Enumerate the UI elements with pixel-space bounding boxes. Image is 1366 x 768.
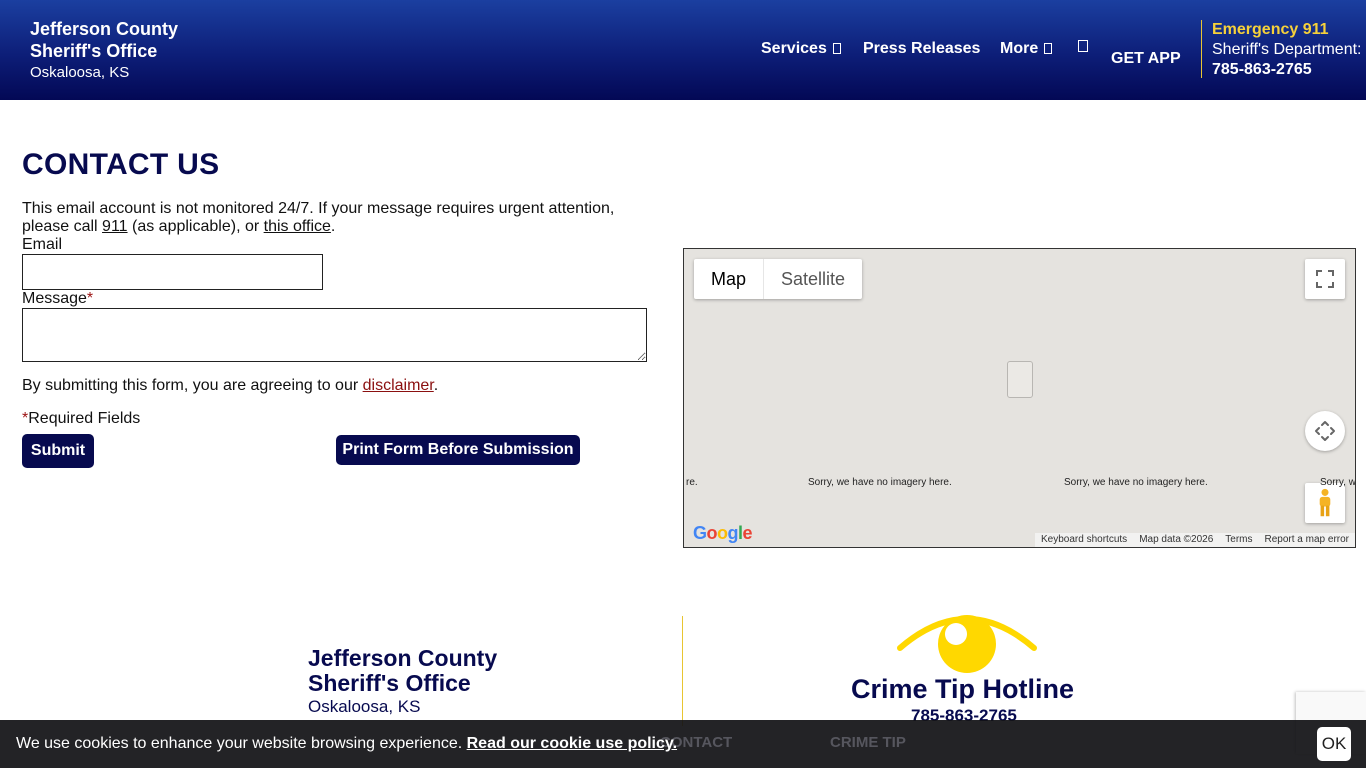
footer-brand-line1: Jefferson County (308, 645, 498, 671)
footer-divider (682, 616, 683, 726)
tab-satellite[interactable]: Satellite (763, 259, 862, 299)
message-field[interactable] (22, 308, 647, 362)
submit-button[interactable]: Submit (22, 434, 94, 468)
required-fields-text: Required Fields (28, 410, 141, 427)
google-logo[interactable]: Google (693, 523, 753, 544)
pegman-icon (1319, 488, 1331, 517)
fullscreen-icon (1316, 270, 1334, 288)
fullscreen-button[interactable] (1305, 259, 1345, 299)
no-imagery-text: Sorry, we have no imagery here. (1064, 477, 1208, 488)
brand-location: Oskaloosa, KS (30, 64, 130, 81)
department-label: Sheriff's Department: (1212, 41, 1362, 58)
cookie-message: We use cookies to enhance your website b… (16, 735, 677, 753)
pan-arrows-icon (1315, 421, 1335, 441)
page-title: CONTACT US (22, 148, 220, 181)
no-imagery-text: Sorry, w (1320, 477, 1356, 488)
get-app-link[interactable]: GET APP (1111, 50, 1181, 68)
report-map-error-link[interactable]: Report a map error (1259, 533, 1355, 547)
search-icon[interactable] (1078, 40, 1088, 52)
map-marker-placeholder[interactable] (1007, 361, 1033, 398)
footer-brand-line2: Sheriff's Office (308, 670, 471, 696)
no-imagery-text: re. (686, 477, 698, 488)
no-imagery-text: Sorry, we have no imagery here. (808, 477, 952, 488)
terms-link[interactable]: Terms (1219, 533, 1258, 547)
cookie-text: We use cookies to enhance your website b… (16, 735, 467, 752)
street-view-button[interactable] (1305, 483, 1345, 523)
disclaimer-prefix: By submitting this form, you are agreein… (22, 377, 363, 394)
disclaimer-notice: By submitting this form, you are agreein… (22, 377, 438, 395)
link-911[interactable]: 911 (102, 218, 128, 235)
map-type-control: Map Satellite (694, 259, 863, 299)
footer-brand[interactable]: Jefferson County Sheriff's Office Oskalo… (308, 646, 497, 718)
notice-text-3: . (330, 218, 336, 235)
message-label-text: Message (22, 290, 87, 307)
required-marker: * (86, 290, 94, 307)
link-this-office[interactable]: this office (264, 218, 331, 235)
tab-map[interactable]: Map (694, 259, 763, 299)
notice-text-2: (as applicable), or (127, 218, 264, 235)
emergency-label[interactable]: Emergency 911 (1212, 20, 1362, 39)
emergency-contact: Emergency 911 Sheriff's Department: 785-… (1212, 20, 1362, 79)
footer-location: Oskaloosa, KS (308, 697, 421, 716)
cookie-banner: CONTACT CRIME TIP We use cookies to enha… (0, 720, 1366, 768)
required-fields-note: *Required Fields (22, 410, 140, 428)
disclaimer-link[interactable]: disclaimer (363, 377, 434, 394)
nav-more[interactable]: More (1000, 40, 1053, 58)
site-header: Jefferson County Sheriff's Office Oskalo… (0, 0, 1366, 100)
email-field[interactable] (22, 254, 323, 290)
department-phone[interactable]: 785-863-2765 (1212, 61, 1362, 79)
print-form-button[interactable]: Print Form Before Submission (336, 435, 580, 465)
page: Jefferson County Sheriff's Office Oskalo… (0, 0, 1366, 768)
cookie-policy-link[interactable]: Read our cookie use policy. (467, 735, 677, 752)
map-attribution-bar: Keyboard shortcuts Map data ©2026 Terms … (1035, 533, 1355, 547)
site-brand[interactable]: Jefferson County Sheriff's Office Oskalo… (30, 18, 178, 83)
footer-nav-crime-tip[interactable]: CRIME TIP (830, 734, 906, 751)
nav-press-releases[interactable]: Press Releases (863, 40, 980, 58)
cookie-ok-button[interactable]: OK (1317, 727, 1351, 761)
disclaimer-suffix: . (433, 377, 439, 394)
email-label: Email (22, 236, 63, 253)
brand-name-line2: Sheriff's Office (30, 41, 158, 61)
dropdown-icon (1044, 43, 1053, 54)
camera-control-button[interactable] (1305, 411, 1345, 451)
nav-services-label: Services (761, 40, 827, 57)
dropdown-icon (832, 43, 841, 54)
keyboard-shortcuts-link[interactable]: Keyboard shortcuts (1035, 533, 1133, 547)
embedded-map[interactable]: Map Satellite re. Sorry, we have no imag… (683, 248, 1356, 548)
email-notice: This email account is not monitored 24/7… (22, 200, 652, 236)
map-data-text: Map data ©2026 (1139, 534, 1214, 545)
nav-services[interactable]: Services (761, 40, 841, 58)
crime-tip-eye-icon (897, 615, 1037, 673)
brand-name-line1: Jefferson County (30, 19, 179, 39)
crime-tip-hotline-title[interactable]: Crime Tip Hotline (851, 674, 1074, 705)
nav-more-label: More (1000, 40, 1039, 57)
message-label: Message* (22, 290, 93, 308)
header-divider (1201, 20, 1202, 78)
